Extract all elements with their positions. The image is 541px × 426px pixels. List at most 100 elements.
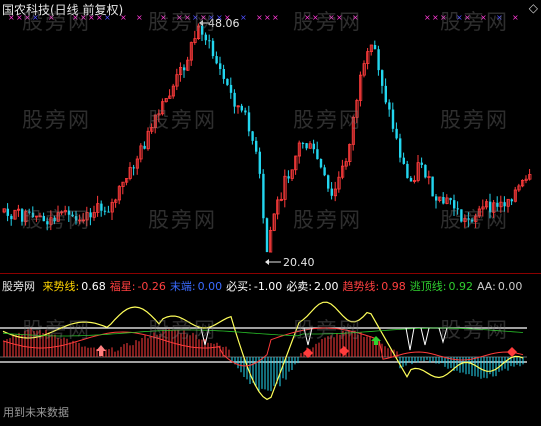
signal-marker: × (512, 13, 519, 22)
candle-body (319, 158, 323, 168)
expand-icon[interactable]: ◇ (529, 1, 538, 15)
indicator-colon: : (248, 280, 252, 293)
signal-marker: × (192, 13, 199, 22)
candle-body (46, 221, 49, 225)
candle-body (103, 210, 107, 212)
signal-marker: × (256, 13, 263, 22)
footer-note: 用到未来数据 (3, 406, 69, 419)
candle-body (211, 40, 215, 57)
indicator-label: 来势线 (42, 280, 76, 293)
candle-body (305, 143, 308, 149)
candle-body (215, 56, 218, 64)
signal-marker: × (176, 13, 183, 22)
candle-body (204, 34, 207, 41)
candle-body (10, 215, 13, 220)
candle-body (233, 92, 236, 107)
candle-body (460, 209, 463, 222)
signal-marker: × (496, 13, 503, 22)
chart-stage[interactable]: × × × × × × × × × × × × × × × × × × × × × × × × × × × × × × × × × × × × × (0, 0, 541, 422)
low-arrow-head (265, 259, 269, 265)
candle-body (229, 84, 233, 93)
signal-marker: × (160, 13, 167, 22)
candle-body (395, 128, 398, 139)
sell-spike (303, 327, 313, 346)
candle-body (6, 208, 9, 216)
candle-body (219, 63, 222, 70)
candle-body (100, 203, 103, 211)
indicator-label: AA (476, 280, 493, 293)
candle-body (384, 85, 387, 103)
signal-marker: × (184, 13, 191, 22)
candle-body (316, 149, 319, 159)
indicator-label: 末端 (169, 280, 192, 293)
signal-marker: × (352, 13, 359, 22)
candle-body (323, 167, 326, 176)
candle-body (53, 217, 56, 222)
candle-body (471, 219, 474, 222)
candle-body (431, 176, 434, 197)
candle-body (381, 70, 384, 86)
candle-body (208, 40, 211, 42)
indicator-colon: : (131, 280, 136, 293)
candle-body (143, 145, 146, 149)
candle-body (453, 200, 456, 209)
indicator-value: -0.26 (137, 280, 166, 293)
indicator-colon: : (75, 280, 80, 293)
candle-body (132, 167, 135, 169)
candle-body (402, 157, 405, 164)
candle-body (240, 105, 243, 111)
candle-body (312, 143, 315, 150)
signal-marker: × (264, 13, 271, 22)
indicator-colon: : (492, 280, 496, 293)
indicator-value: 0.68 (81, 280, 106, 293)
signal-marker: × (136, 13, 143, 22)
candle-body (244, 110, 247, 113)
candle-body (226, 78, 229, 85)
sell-spike (420, 327, 430, 346)
candle-body (262, 173, 265, 219)
candle-body (510, 199, 513, 202)
candle-body (31, 212, 35, 217)
candle-body (373, 45, 377, 50)
candle-body (327, 175, 330, 189)
indicator-value: 0.00 (197, 280, 223, 293)
signal-marker: × (272, 13, 279, 22)
sell-signal-icon (507, 347, 517, 357)
candle-body (496, 202, 499, 207)
candle-body (424, 164, 427, 178)
indicator-colon: : (191, 280, 196, 293)
high-price-label: 48.06 (208, 17, 240, 30)
indicator-values-row: 股旁网 来势线: 0.68 福星: -0.26 末端: 0.00 必买: -1.00 必卖: 2.… (2, 278, 526, 294)
candle-body (391, 109, 395, 129)
candle-body (201, 26, 204, 35)
signal-marker: × (480, 13, 487, 22)
signal-marker: × (328, 13, 335, 22)
candle-body (406, 163, 409, 178)
candle-body (75, 216, 78, 221)
candle-body (89, 212, 92, 218)
indicator-label: 必买 (226, 280, 249, 293)
candle-body (301, 142, 305, 144)
signal-marker: × (336, 13, 343, 22)
sell-spike (438, 327, 448, 344)
stock-title: 国农科技(日线 前复权) (2, 3, 124, 17)
candle-body (251, 131, 254, 141)
signal-marker: × (440, 13, 447, 22)
candle-body (183, 67, 186, 71)
kline-svg[interactable]: × × × × × × × × × × × × × × × × × × × × × × × × × × × × × × × × × × × × × (0, 0, 541, 422)
candle-body (449, 197, 452, 201)
indicator-label: 福星 (109, 280, 132, 293)
indicator-value: 0.00 (497, 280, 523, 293)
candle-body (399, 138, 402, 158)
signal-marker: × (456, 13, 463, 22)
candle-body (330, 188, 333, 196)
indicator-label: 逃顶线 (409, 280, 443, 293)
candle-body (247, 112, 251, 132)
signal-marker: × (312, 13, 319, 22)
candle-body (467, 218, 470, 220)
chart-title: 国农科技(日线 前复权) (2, 1, 123, 18)
candle-body (71, 214, 74, 217)
candle-body (435, 196, 438, 201)
sell-spike (405, 327, 415, 351)
candle-body (258, 151, 261, 174)
